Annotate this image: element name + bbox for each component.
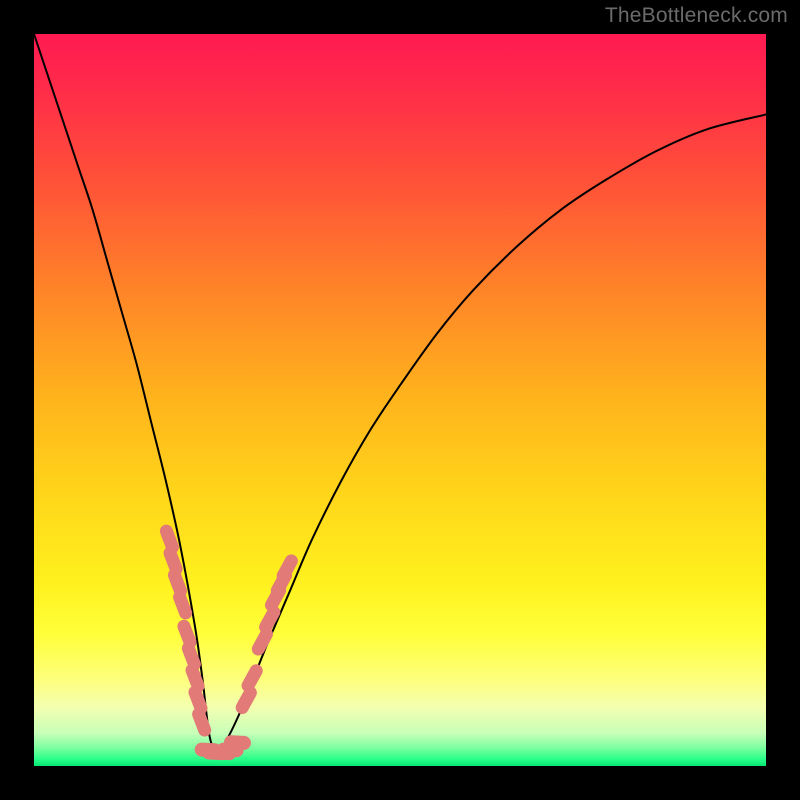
marker-dot — [283, 561, 291, 576]
marker-dot — [258, 634, 266, 649]
bottleneck-curve — [34, 34, 766, 752]
marker-dot — [224, 750, 237, 751]
chart-frame: TheBottleneck.com — [0, 0, 800, 800]
marker-dot — [266, 612, 274, 627]
marker-dot — [231, 742, 244, 743]
marker-dot — [184, 626, 190, 642]
marker-dot — [192, 670, 198, 686]
data-markers — [166, 531, 291, 753]
curve-layer — [34, 34, 766, 766]
marker-dot — [166, 531, 172, 547]
marker-dot — [199, 714, 205, 730]
watermark-text: TheBottleneck.com — [605, 4, 788, 28]
marker-dot — [180, 597, 186, 613]
marker-dot — [188, 648, 194, 664]
marker-dot — [248, 671, 256, 686]
marker-dot — [195, 692, 201, 708]
marker-dot — [242, 693, 250, 708]
marker-dot — [174, 575, 180, 591]
marker-dot — [170, 553, 176, 569]
plot-area — [34, 34, 766, 766]
